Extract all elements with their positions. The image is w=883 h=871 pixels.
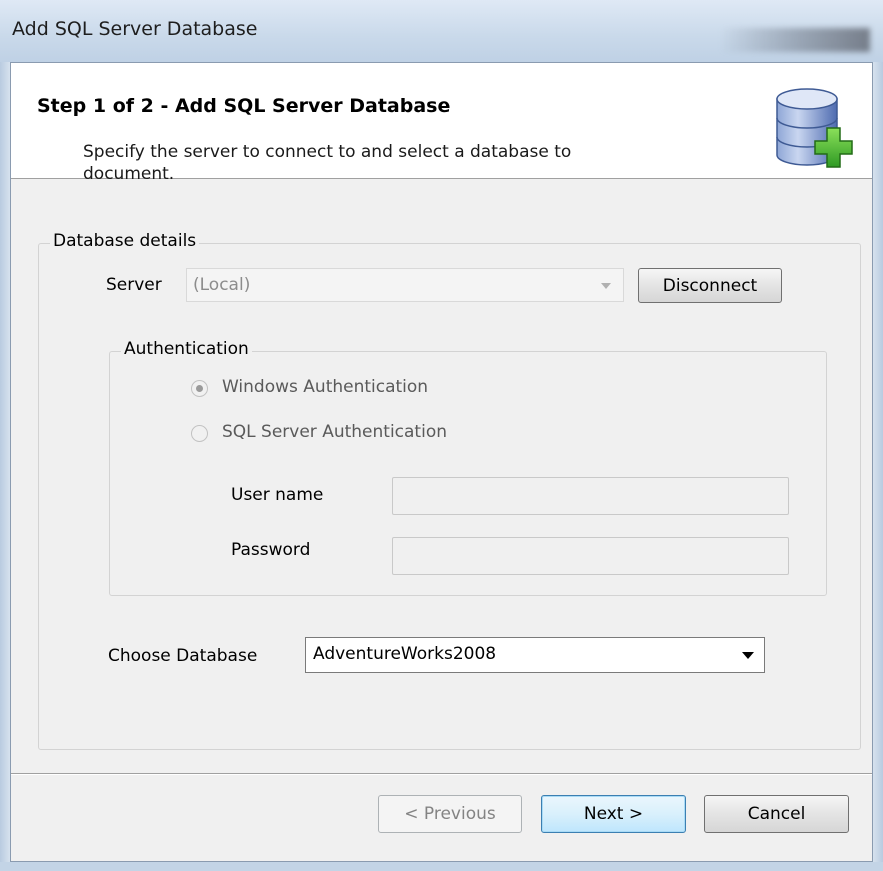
footer-separator bbox=[11, 773, 872, 775]
password-field[interactable] bbox=[392, 537, 789, 575]
window-controls[interactable] bbox=[720, 28, 870, 52]
sql-auth-radio[interactable] bbox=[191, 425, 208, 442]
choose-database-label: Choose Database bbox=[108, 646, 258, 666]
sql-auth-label[interactable]: SQL Server Authentication bbox=[222, 422, 447, 442]
server-combobox[interactable]: (Local) bbox=[186, 268, 624, 302]
window-title: Add SQL Server Database bbox=[12, 18, 258, 40]
server-value: (Local) bbox=[193, 275, 251, 295]
step-title: Step 1 of 2 - Add SQL Server Database bbox=[37, 95, 451, 117]
database-value: AdventureWorks2008 bbox=[313, 644, 497, 664]
dialog-client-area: Step 1 of 2 - Add SQL Server Database Sp… bbox=[10, 62, 873, 862]
username-field[interactable] bbox=[392, 477, 789, 515]
previous-button[interactable]: < Previous bbox=[378, 795, 522, 833]
server-label: Server bbox=[106, 275, 162, 295]
database-add-icon bbox=[776, 88, 853, 168]
chevron-down-icon bbox=[742, 652, 754, 659]
password-label: Password bbox=[231, 540, 311, 560]
title-bar[interactable]: Add SQL Server Database bbox=[0, 0, 883, 62]
window-frame-right bbox=[873, 62, 883, 871]
database-details-legend: Database details bbox=[50, 231, 200, 251]
chevron-down-icon bbox=[601, 283, 611, 289]
window-frame-left bbox=[0, 62, 10, 871]
database-combobox[interactable]: AdventureWorks2008 bbox=[305, 637, 765, 673]
cancel-button[interactable]: Cancel bbox=[704, 795, 849, 833]
windows-auth-radio[interactable] bbox=[191, 380, 208, 397]
disconnect-button[interactable]: Disconnect bbox=[638, 268, 782, 303]
wizard-header: Step 1 of 2 - Add SQL Server Database Sp… bbox=[11, 63, 872, 184]
username-label: User name bbox=[231, 485, 324, 505]
step-description: Specify the server to connect to and sel… bbox=[83, 142, 572, 184]
authentication-legend: Authentication bbox=[121, 339, 252, 359]
radio-selected-dot bbox=[196, 385, 203, 392]
window-frame-bottom bbox=[0, 862, 883, 871]
next-button[interactable]: Next > bbox=[541, 795, 686, 833]
windows-auth-label[interactable]: Windows Authentication bbox=[222, 377, 428, 397]
